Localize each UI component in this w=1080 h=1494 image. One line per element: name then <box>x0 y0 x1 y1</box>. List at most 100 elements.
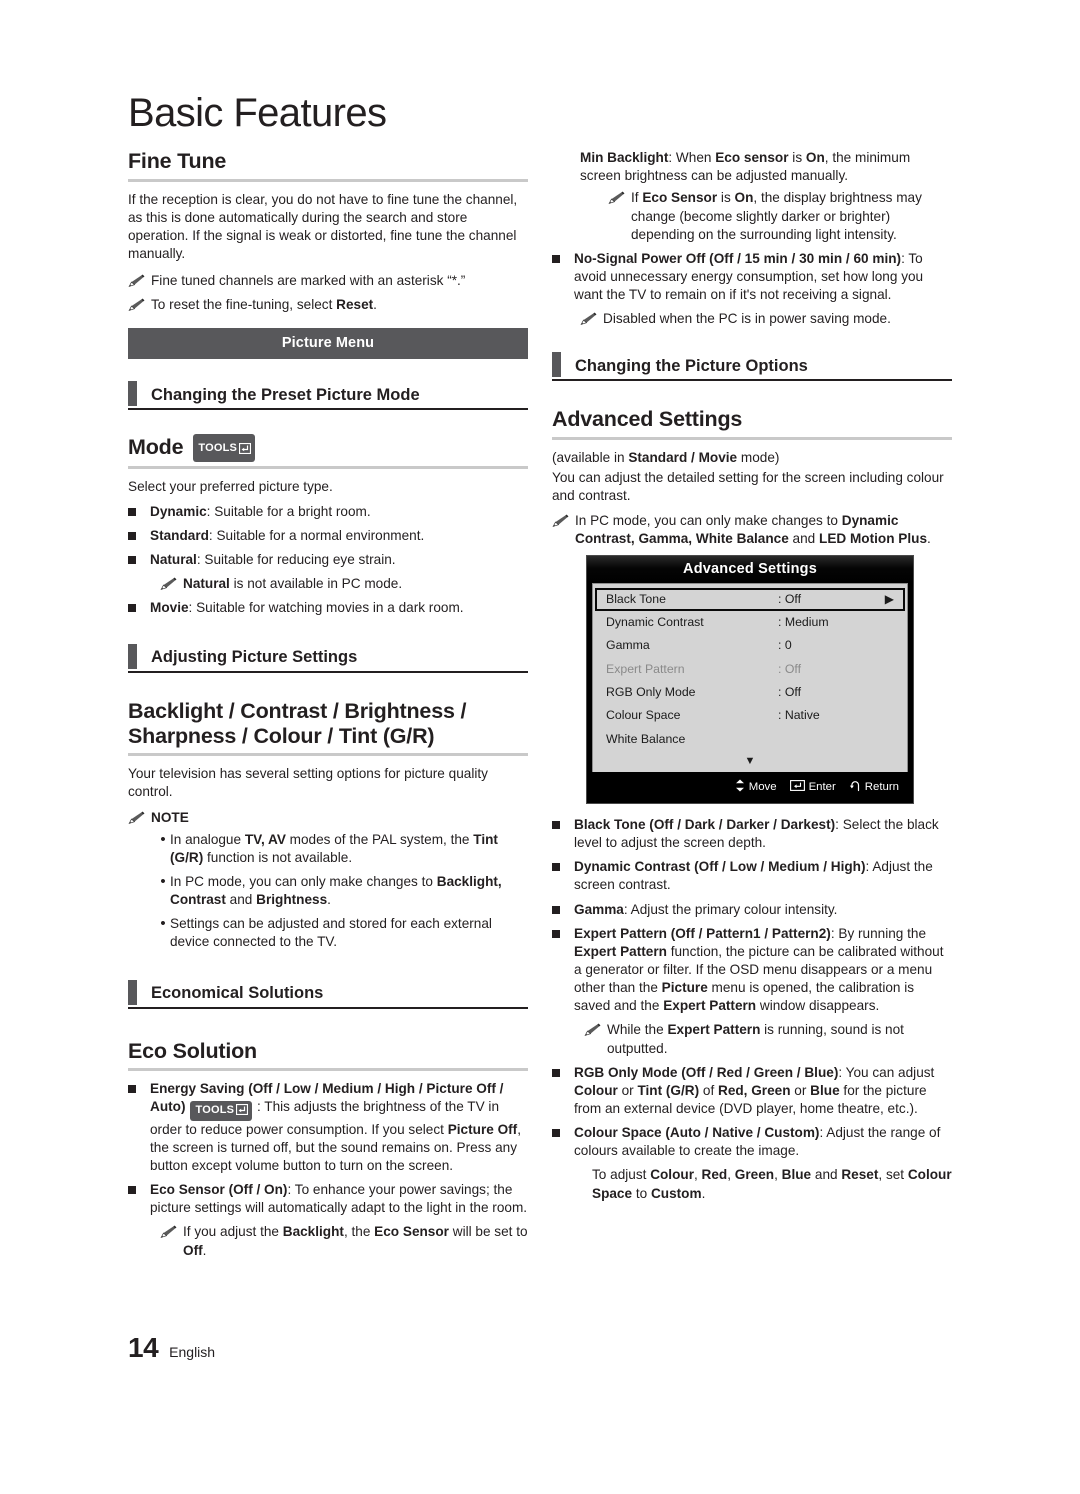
document-page: Basic Features Fine Tune If the receptio… <box>0 0 1080 1494</box>
sep-6: to <box>632 1185 651 1201</box>
list-item: • In analogue TV, AV modes of the PAL sy… <box>156 831 528 867</box>
note-rest: is not available in PC mode. <box>229 576 403 592</box>
osd-row-white-balance[interactable]: White Balance <box>595 728 905 751</box>
left-column: Fine Tune If the reception is clear, you… <box>128 149 528 1265</box>
osd-hint-return: Return <box>849 780 899 795</box>
bullet-text: Movie: Suitable for watching movies in a… <box>150 599 528 617</box>
mode-name: Standard <box>150 528 209 544</box>
osd-row-colour-space[interactable]: Colour Space : Native <box>595 704 905 727</box>
return-arrow-icon <box>849 780 861 795</box>
picture-menu-band: Picture Menu <box>128 328 528 360</box>
blue-keyword: Blue <box>810 1082 840 1098</box>
expert-pattern-keyword: Expert Pattern <box>574 943 667 959</box>
list-item: No-Signal Power Off (Off / 15 min / 30 m… <box>552 250 952 304</box>
note-text: Fine tuned channels are marked with an a… <box>151 273 466 289</box>
osd-row-value: : Native <box>778 708 820 723</box>
pencil-icon <box>584 1021 601 1037</box>
tools-badge[interactable]: TOOLS <box>190 1100 253 1121</box>
osd-row-label: Gamma <box>606 638 650 653</box>
note-reset-fine-tuning: To reset the fine-tuning, select Reset. <box>128 296 528 314</box>
colour-keyword: Colour <box>574 1082 618 1098</box>
osd-row-dynamic-contrast[interactable]: Dynamic Contrast : Medium <box>595 611 905 634</box>
square-bullet-icon <box>128 507 136 516</box>
subhead-rule <box>552 379 952 382</box>
heading-mode-label: Mode <box>128 435 184 460</box>
sep-4: and <box>811 1167 842 1183</box>
avail-post: mode) <box>737 449 780 465</box>
osd-title: Advanced Settings <box>587 555 913 583</box>
note-text-post: . <box>373 297 377 313</box>
osd-row-black-tone[interactable]: Black Tone : Off ▶ <box>595 587 905 611</box>
list-item: Movie: Suitable for watching movies in a… <box>128 599 528 617</box>
dot-bullet-icon: • <box>160 873 166 891</box>
osd-row-label: White Balance <box>606 731 686 746</box>
heading-backlight-group: Backlight / Contrast / Brightness / Shar… <box>128 698 467 748</box>
note-post: . <box>927 531 931 547</box>
page-footer: 14 English <box>128 1332 215 1364</box>
osd-row-expert-pattern: Expert Pattern : Off <box>595 658 905 681</box>
note-eco-sensor-backlight: If you adjust the Backlight, the Eco Sen… <box>160 1223 528 1259</box>
advanced-paragraph: You can adjust the detailed setting for … <box>552 469 944 504</box>
pencil-icon <box>608 189 625 205</box>
osd-row-value: : Off <box>778 684 802 699</box>
pencil-icon <box>128 272 145 288</box>
osd-row-gamma[interactable]: Gamma : 0 <box>595 634 905 657</box>
bullet-text: RGB Only Mode (Off / Red / Green / Blue)… <box>574 1064 952 1118</box>
list-item: Dynamic Contrast (Off / Low / Medium / H… <box>552 858 952 894</box>
tint-keyword: Tint (G/R) <box>637 1082 700 1098</box>
backlight-keyword: Backlight <box>282 1224 344 1240</box>
sep-5: , set <box>878 1167 908 1183</box>
heading-rule <box>128 753 528 757</box>
note-label-row: NOTE <box>128 809 528 827</box>
note-text: While the Expert Pattern is running, sou… <box>607 1021 952 1057</box>
note-natural-pc-mode: Natural is not available in PC mode. <box>160 575 528 593</box>
square-bullet-icon <box>552 254 560 263</box>
osd-row-label: Colour Space <box>606 708 681 723</box>
subhead-label: Adjusting Picture Settings <box>151 648 358 667</box>
min-backlight-label: Min Backlight <box>580 150 669 166</box>
eco-sensor-keyword: Eco Sensor <box>374 1224 449 1240</box>
note-post: . <box>202 1242 207 1258</box>
osd-hint-label: Move <box>748 781 777 794</box>
dot-bold-2: Brightness <box>256 892 328 908</box>
tools-badge[interactable]: TOOLS <box>193 434 256 462</box>
off-keyword: Off <box>183 1242 203 1258</box>
enter-key-icon <box>789 780 805 794</box>
note-fine-tuned-asterisk: Fine tuned channels are marked with an a… <box>128 272 528 290</box>
min-backlight-text: Min Backlight: When Eco sensor is On, th… <box>580 149 952 185</box>
note-text: Disabled when the PC is in power saving … <box>603 311 891 327</box>
dot-mid: modes of the PAL system, the <box>285 831 474 847</box>
mode-name: Natural <box>150 552 197 568</box>
osd-row-value: : Medium <box>778 614 829 629</box>
note-text: If you adjust the Backlight, the Eco Sen… <box>183 1223 528 1259</box>
osd-advanced-settings-menu: Advanced Settings Black Tone : Off ▶ Dyn… <box>586 554 914 805</box>
backlight-paragraph: Your television has several setting opti… <box>128 766 488 800</box>
osd-hint-label: Return <box>864 781 899 794</box>
reset-keyword: Reset <box>841 1167 879 1183</box>
eco-sensor-keyword: Eco Sensor <box>642 190 718 206</box>
dot-text: Settings can be adjusted and stored for … <box>170 916 492 950</box>
dot-bullet-icon: • <box>160 830 166 848</box>
expert-pattern-keyword: Expert Pattern <box>667 1022 761 1038</box>
subhead-rule <box>128 670 528 673</box>
mode-desc: : Suitable for reducing eye strain. <box>196 552 396 568</box>
list-item: • Settings can be adjusted and stored fo… <box>156 915 528 951</box>
green-keyword: Green <box>734 1167 775 1183</box>
text-mid: is <box>788 150 806 166</box>
osd-footer-hints: Move Enter Return <box>587 772 913 804</box>
note-pc-power-saving: Disabled when the PC is in power saving … <box>580 310 952 328</box>
no-signal-label: No-Signal Power Off (Off / 15 min / 30 m… <box>574 250 902 266</box>
subhead-tab-marker <box>128 381 137 407</box>
osd-hint-move: Move <box>735 779 777 795</box>
advanced-availability: (available in Standard / Movie mode) <box>552 449 952 467</box>
mode-desc: : Suitable for a normal environment. <box>208 528 425 544</box>
blue-keyword: Blue <box>781 1167 812 1183</box>
bullet-text: Gamma: Adjust the primary colour intensi… <box>574 901 952 919</box>
tools-enter-icon <box>238 435 252 460</box>
osd-scroll-down-icon[interactable]: ▼ <box>593 751 907 770</box>
osd-row-rgb-only-mode[interactable]: RGB Only Mode : Off <box>595 681 905 704</box>
page-number: 14 <box>128 1332 159 1363</box>
heading-fine-tune: Fine Tune <box>128 149 227 174</box>
osd-hint-enter: Enter <box>789 780 836 794</box>
rgb-text-4: or <box>790 1082 811 1098</box>
